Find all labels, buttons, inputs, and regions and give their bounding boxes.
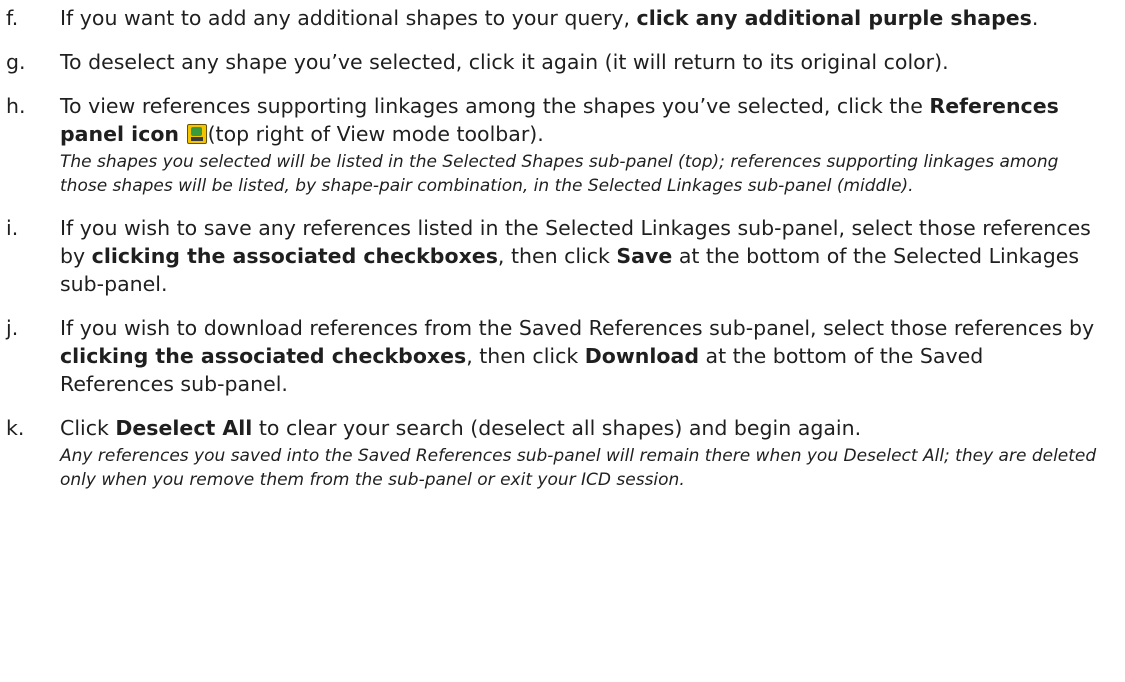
text-run: To view references supporting linkages a… (60, 94, 930, 118)
step-text: If you wish to download references from … (60, 314, 1100, 398)
document-page: f. If you want to add any additional shap… (0, 0, 1125, 682)
text-run: , then click (466, 344, 585, 368)
icon-base (190, 137, 203, 141)
bold-text: Deselect All (115, 416, 253, 440)
step-text: Click Deselect All to clear your search … (60, 414, 1100, 442)
text-run: To deselect any shape you’ve selected, c… (60, 50, 949, 74)
text-run: to clear your search (deselect all shape… (252, 416, 862, 440)
step-text: If you want to add any additional shapes… (60, 4, 1100, 32)
step-text: If you wish to save any references liste… (60, 214, 1100, 298)
step-letter: h. (6, 94, 26, 118)
references-panel-icon (186, 124, 207, 144)
instruction-list: f. If you want to add any additional shap… (0, 4, 1125, 492)
step-letter: f. (6, 6, 19, 30)
instruction-step: i. If you wish to save any references lis… (0, 214, 1100, 298)
bold-text: Download (584, 344, 700, 368)
text-run: , then click (497, 244, 617, 268)
step-text: To deselect any shape you’ve selected, c… (60, 48, 1100, 76)
text-run: (top right of View mode toolbar). (207, 122, 544, 146)
bold-text: clicking the associated checkboxes (60, 344, 467, 368)
instruction-step: h. To view references supporting linkages… (0, 92, 1100, 198)
step-letter: i. (6, 216, 19, 240)
text-run: If you wish to download references from … (60, 316, 1095, 340)
text-run: If you want to add any additional shapes… (60, 6, 637, 30)
instruction-step: f. If you want to add any additional shap… (0, 4, 1100, 32)
text-run: Click (60, 416, 116, 440)
step-text: To view references supporting linkages a… (60, 92, 1100, 148)
step-letter: j. (6, 316, 19, 340)
icon-screen (190, 127, 202, 136)
bold-text: clicking the associated checkboxes (91, 244, 498, 268)
instruction-step: g. To deselect any shape you’ve selected,… (0, 48, 1100, 76)
bold-text: click any additional purple shapes (636, 6, 1032, 30)
text-run (179, 122, 186, 146)
instruction-step: j. If you wish to download references fro… (0, 314, 1100, 398)
step-letter: g. (6, 50, 26, 74)
step-note: Any references you saved into the Saved … (60, 446, 1097, 490)
instruction-step: k. Click Deselect All to clear your searc… (0, 414, 1100, 492)
step-letter: k. (6, 416, 25, 440)
step-note: The shapes you selected will be listed i… (60, 152, 1059, 196)
bold-text: Save (616, 244, 673, 268)
text-run: . (1031, 6, 1039, 30)
